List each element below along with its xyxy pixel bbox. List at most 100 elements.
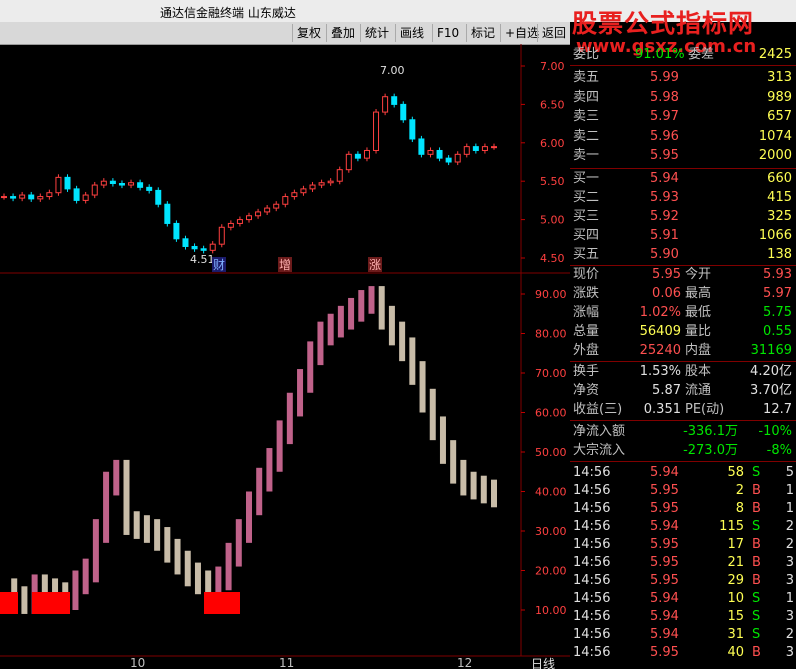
mark-button[interactable]: 标记 [466, 24, 499, 42]
bid-row[interactable]: 买一 5.94 660 [570, 170, 796, 188]
tick-row[interactable]: 14:56 5.94 31 S 2 [570, 626, 796, 644]
tick-price: 5.95 [650, 501, 679, 516]
candle-body [118, 183, 125, 186]
stat-row[interactable]: 涨幅 1.02% 最低 5.75 [570, 304, 796, 322]
tick-row[interactable]: 14:56 5.95 40 B 3 [570, 644, 796, 662]
statistics-button[interactable]: 统计 [360, 24, 393, 42]
bid-row[interactable]: 买四 5.91 1066 [570, 227, 796, 245]
fundamental-row[interactable]: 收益(三) 0.351 PE(动) 12.7 [570, 401, 796, 419]
stat-label-2: 今开 [685, 267, 712, 282]
marker-zeng[interactable]: 增 [279, 258, 291, 272]
stat-value-2: 5.97 [763, 286, 792, 301]
ask-row[interactable]: 卖五 5.99 313 [570, 69, 796, 87]
candle-body [481, 146, 488, 151]
back-button[interactable]: 返回 [537, 24, 570, 42]
candle-body [155, 189, 162, 205]
tick-side: B [752, 501, 761, 516]
tick-row[interactable]: 14:56 5.95 17 B 2 [570, 536, 796, 554]
candle-body [28, 194, 35, 200]
bid-row[interactable]: 买五 5.90 138 [570, 246, 796, 264]
ask-price: 5.96 [650, 128, 679, 144]
tick-row[interactable]: 14:56 5.94 15 S 3 [570, 608, 796, 626]
bid-row[interactable]: 买三 5.92 325 [570, 208, 796, 226]
ask-volume: 657 [767, 109, 792, 124]
order-ratio-label: 委比 [573, 47, 600, 62]
tick-row[interactable]: 14:56 5.95 29 B 3 [570, 572, 796, 590]
candle-body [109, 180, 116, 185]
fundamental-row[interactable]: 净资 5.87 流通 3.70亿 [570, 382, 796, 400]
flow-value: -336.1万 [683, 424, 738, 439]
bid-row[interactable]: 买二 5.93 415 [570, 189, 796, 207]
stat-row[interactable]: 涨跌 0.06 最高 5.97 [570, 285, 796, 303]
candle-body [300, 188, 307, 194]
candle-body [264, 207, 271, 213]
period-label[interactable]: 日线 [531, 657, 555, 669]
flow-value: -273.0万 [683, 443, 738, 458]
fund-flow-row[interactable]: 大宗流入 -273.0万 -8% [570, 442, 796, 460]
candle-body [309, 184, 316, 190]
fundamental-label: 净资 [573, 383, 600, 398]
candle-body [64, 176, 71, 190]
oscillator-bar [113, 459, 120, 496]
candle-body [137, 182, 144, 188]
quote-panel: 委比 91.01% 委差 2425 卖五 5.99 313 卖四 5.98 989 卖三 5.… [570, 44, 796, 669]
watermark-title: 股票公式指标网 [572, 9, 755, 38]
stat-row[interactable]: 现价 5.95 今开 5.93 [570, 266, 796, 284]
bid-volume: 415 [767, 190, 792, 205]
candle-body [200, 248, 207, 251]
tick-row[interactable]: 14:56 5.94 115 S 2 [570, 518, 796, 536]
ask-row[interactable]: 卖二 5.96 1074 [570, 128, 796, 146]
f10-button[interactable]: F10 [432, 24, 463, 42]
tick-row[interactable]: 14:56 5.94 10 S 1 [570, 590, 796, 608]
bid-label: 买二 [573, 190, 600, 205]
fund-flow-row[interactable]: 净流入额 -336.1万 -10% [570, 423, 796, 441]
stat-label-2: 内盘 [685, 343, 712, 358]
bid-label: 买四 [573, 228, 600, 243]
bid-price: 5.94 [650, 171, 679, 186]
fundamental-row[interactable]: 换手 1.53% 股本 4.20亿 [570, 363, 796, 381]
bid-volume: 325 [767, 209, 792, 224]
oscillator-bar [21, 586, 28, 614]
marker-cai[interactable]: 财 [213, 258, 225, 272]
tick-row[interactable]: 14:56 5.95 21 B 3 [570, 554, 796, 572]
stat-row[interactable]: 总量 56409 量比 0.55 [570, 323, 796, 341]
fundamental-label: 收益(三) [573, 402, 623, 417]
bid-volume: 138 [767, 247, 792, 262]
ask-row[interactable]: 卖三 5.97 657 [570, 108, 796, 126]
marker-zhang[interactable]: 涨 [369, 257, 381, 272]
osc-tick-label: 20.00 [535, 565, 567, 578]
fundamental-value-2: 4.20亿 [750, 364, 792, 379]
tick-count: 2 [785, 519, 794, 534]
candle-body [409, 119, 416, 140]
tick-row[interactable]: 14:56 5.94 58 S 5 [570, 464, 796, 482]
candle-body [100, 180, 107, 186]
price-tick-label: 6.00 [540, 137, 565, 150]
restore-rights-button[interactable]: 复权 [292, 24, 325, 42]
candle-body [55, 176, 62, 194]
tick-row[interactable]: 14:56 5.95 2 B 1 [570, 482, 796, 500]
chart-area[interactable]: 7.00 6.50 6.00 5.50 5.00 4.50 90.00 80.00 70.00… [0, 44, 570, 669]
bid-price: 5.92 [650, 209, 679, 224]
oscillator-bar [480, 475, 487, 504]
oscillator-bar [378, 286, 385, 330]
bid-volume: 660 [767, 171, 792, 186]
order-diff-value: 2425 [758, 47, 792, 62]
tick-time: 14:56 [573, 483, 611, 498]
oscillator-bar [470, 471, 477, 500]
ask-row[interactable]: 卖一 5.95 2000 [570, 147, 796, 165]
overlay-button[interactable]: 叠加 [326, 24, 359, 42]
stat-value-2: 0.55 [763, 324, 792, 339]
stat-row[interactable]: 外盘 25240 内盘 31169 [570, 342, 796, 360]
oscillator-bar [154, 519, 161, 551]
tick-time: 14:56 [573, 465, 611, 480]
bid-price: 5.91 [650, 228, 679, 243]
draw-line-button[interactable]: 画线 [395, 24, 428, 42]
stat-label: 涨跌 [573, 286, 600, 301]
oscillator-bar [246, 491, 252, 543]
stat-value: 56409 [639, 324, 681, 339]
price-tick-label: 7.00 [540, 60, 565, 73]
oscillator-bar [164, 527, 171, 563]
tick-row[interactable]: 14:56 5.95 8 B 1 [570, 500, 796, 518]
candlestick-series [1, 93, 497, 254]
ask-row[interactable]: 卖四 5.98 989 [570, 89, 796, 107]
